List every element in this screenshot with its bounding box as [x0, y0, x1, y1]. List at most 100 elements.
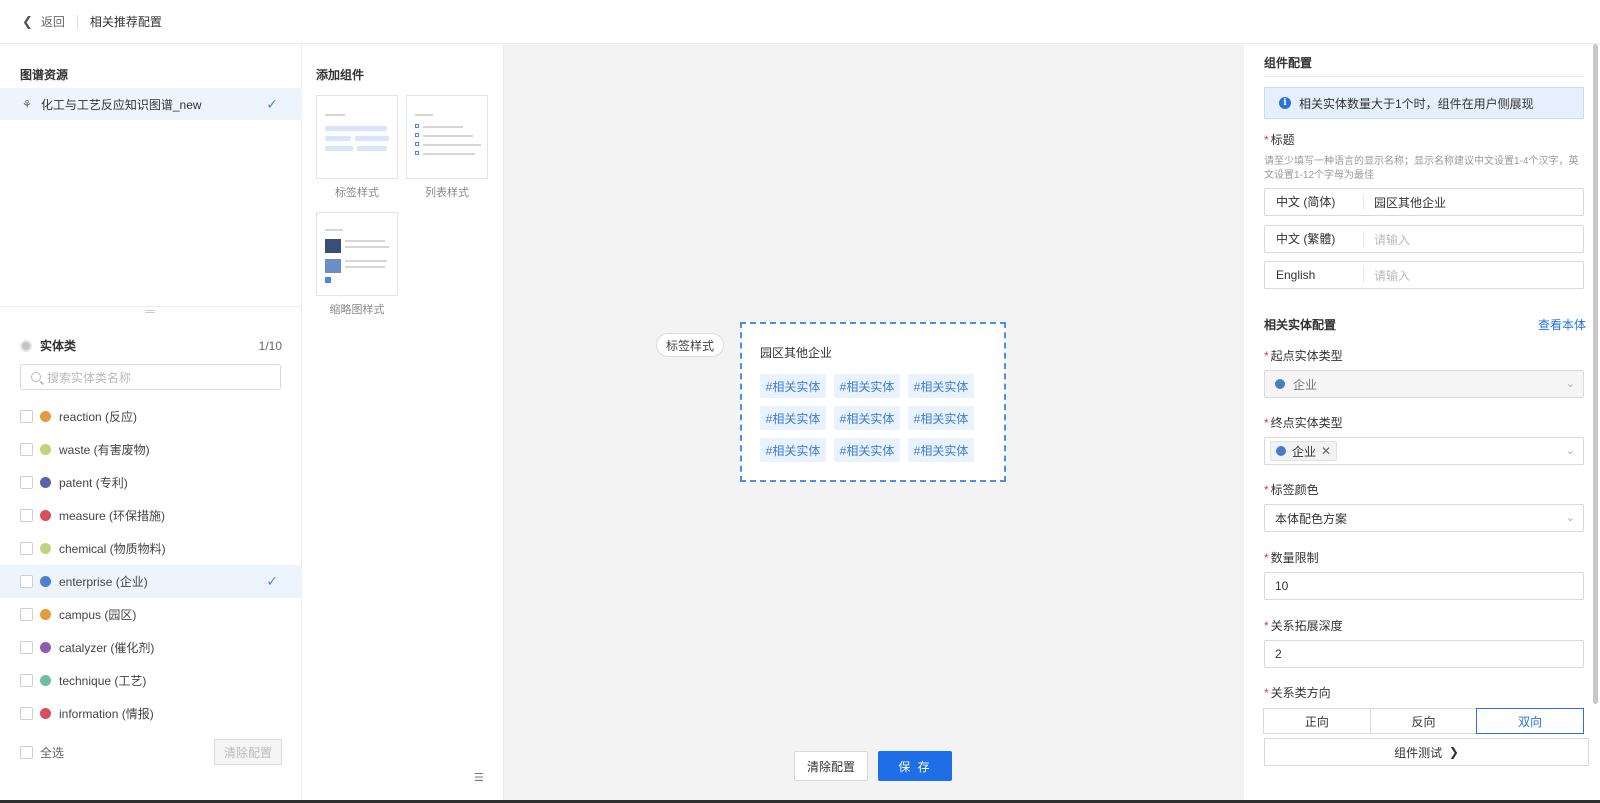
title-zh-hant-input[interactable]: 请输入: [1364, 231, 1410, 248]
entity-item[interactable]: information (情报): [0, 697, 302, 730]
save-button[interactable]: 保 存: [878, 751, 952, 781]
title-zh-hant-field[interactable]: 中文 (繁體) 请输入: [1264, 225, 1584, 253]
tag-style-label: 标签样式: [335, 187, 379, 199]
related-entity-chip: #相关实体: [908, 438, 974, 462]
entity-label: technique (工艺): [59, 674, 147, 688]
chevron-right-icon: ❯: [1448, 745, 1459, 759]
entity-item[interactable]: waste (有害废物): [0, 433, 302, 466]
entity-item[interactable]: patent (专利): [0, 466, 302, 499]
entity-color-dot: [40, 444, 51, 455]
search-icon: [31, 372, 41, 382]
collapse-icon[interactable]: ☰: [474, 771, 485, 784]
entity-color-dot: [40, 609, 51, 620]
lang-name: 中文 (繁體): [1265, 231, 1364, 247]
check-icon: ✓: [266, 95, 278, 112]
select-all-label: 全选: [40, 745, 65, 760]
tag-color-value: 本体配色方案: [1275, 511, 1348, 526]
style-tag: 标签样式: [656, 333, 724, 357]
entity-label: information (情报): [59, 707, 154, 721]
resize-handle[interactable]: [0, 306, 302, 316]
entity-label: enterprise (企业): [59, 575, 148, 589]
entity-checkbox[interactable]: [20, 641, 33, 654]
end-type-select[interactable]: 企业 ✕ ⌄: [1264, 437, 1584, 465]
tag-style-thumbnail[interactable]: [316, 95, 398, 179]
entity-label: chemical (物质物料): [59, 542, 166, 556]
entity-checkbox[interactable]: [20, 542, 33, 555]
divider: [76, 14, 78, 29]
end-type-label: * 终点实体类型: [1264, 416, 1343, 430]
preview-canvas: 标签样式 园区其他企业 #相关实体 #相关实体 #相关实体 #相关实体 #相关实体 #相关…: [504, 44, 1244, 803]
close-icon[interactable]: ✕: [1321, 444, 1331, 458]
related-entity-chip: #相关实体: [760, 374, 826, 398]
back-label: 返回: [40, 15, 65, 29]
start-type-label: * 起点实体类型: [1264, 349, 1343, 363]
entity-item[interactable]: measure (环保措施): [0, 499, 302, 532]
entity-title: 实体类: [40, 339, 77, 353]
start-type-value: 企业: [1293, 377, 1318, 392]
thumbnail-style-thumbnail[interactable]: [316, 212, 398, 296]
title-zh-hans-input[interactable]: 园区其他企业: [1364, 194, 1446, 211]
title-en-input[interactable]: 请输入: [1364, 267, 1410, 284]
depth-input[interactable]: 2: [1264, 640, 1584, 668]
entity-checkbox[interactable]: [20, 443, 33, 456]
related-entity-chip: #相关实体: [834, 374, 900, 398]
entity-checkbox[interactable]: [20, 674, 33, 687]
lang-name: English: [1265, 267, 1364, 283]
entity-label: catalyzer (催化剂): [59, 641, 155, 655]
entity-item[interactable]: campus (园区): [0, 598, 302, 631]
entity-search-input[interactable]: 搜索实体类名称: [20, 364, 281, 390]
entity-checkbox[interactable]: [20, 476, 33, 489]
entity-checkbox[interactable]: [20, 509, 33, 522]
entity-item[interactable]: catalyzer (催化剂): [0, 631, 302, 664]
title-zh-hans-field[interactable]: 中文 (简体) 园区其他企业: [1264, 188, 1584, 216]
direction-segmented: 正向 反向 双向: [1263, 708, 1585, 734]
canvas-actions: 清除配置 保 存: [794, 751, 952, 781]
view-ontology-link[interactable]: 查看本体: [1538, 316, 1586, 333]
entity-color-dot: [1275, 379, 1285, 389]
title-hint: 请至少填写一种语言的显示名称；显示名称建议中文设置1-4个汉字，英文设置1-12…: [1264, 156, 1579, 181]
entity-radio-icon[interactable]: [20, 339, 32, 352]
chevron-left-icon: ❮: [22, 13, 33, 29]
graph-resource-item[interactable]: ⚘ 化工与工艺反应知识图谱_new ✓: [0, 88, 302, 120]
entity-checkbox[interactable]: [20, 410, 33, 423]
tag-color-select[interactable]: 本体配色方案 ⌄: [1264, 504, 1584, 532]
tag-color-label: * 标签颜色: [1264, 483, 1319, 497]
entity-item[interactable]: reaction (反应): [0, 400, 302, 433]
entity-item[interactable]: technique (工艺): [0, 664, 302, 697]
start-type-select[interactable]: 企业 ⌄: [1264, 370, 1584, 398]
list-style-thumbnail[interactable]: [406, 95, 488, 179]
title-field-label: * 标题: [1264, 133, 1295, 147]
entity-color-dot: [40, 642, 51, 653]
direction-reverse[interactable]: 反向: [1369, 708, 1478, 734]
lang-name: 中文 (简体): [1265, 194, 1364, 210]
entity-item[interactable]: chemical (物质物料): [0, 532, 302, 565]
config-panel: 组件配置 i 相关实体数量大于1个时，组件在用户侧展现 * 标题 请至少填写一种语…: [1244, 44, 1600, 803]
clear-config-button-disabled[interactable]: 清除配置: [214, 739, 282, 765]
component-test-button[interactable]: 组件测试 ❯: [1264, 738, 1589, 766]
check-icon: ✓: [266, 573, 278, 589]
preview-title: 园区其他企业: [760, 346, 833, 360]
config-title: 组件配置: [1264, 56, 1313, 70]
clear-config-button[interactable]: 清除配置: [794, 751, 868, 781]
entity-label: campus (园区): [59, 608, 137, 622]
entity-checkbox[interactable]: [20, 575, 33, 588]
title-en-field[interactable]: English 请输入: [1264, 261, 1584, 289]
depth-label: * 关系拓展深度: [1264, 619, 1343, 633]
entity-checkbox[interactable]: [20, 707, 33, 720]
back-button[interactable]: ❮ 返回: [22, 13, 65, 30]
divider: [1264, 76, 1584, 77]
component-preview[interactable]: 园区其他企业 #相关实体 #相关实体 #相关实体 #相关实体 #相关实体 #相关实体 #相关…: [740, 322, 1006, 482]
graph-resource-title: 图谱资源: [20, 68, 69, 82]
entity-checkbox[interactable]: [20, 608, 33, 621]
direction-forward[interactable]: 正向: [1263, 708, 1371, 734]
entity-color-dot: [40, 576, 51, 587]
info-icon: i: [1279, 97, 1291, 109]
limit-input[interactable]: 10: [1264, 572, 1584, 600]
related-entity-chip: #相关实体: [834, 406, 900, 430]
select-all-checkbox[interactable]: [20, 745, 33, 759]
scrollbar[interactable]: [1593, 44, 1598, 704]
thumbnail-style-label: 缩略图样式: [329, 304, 385, 316]
entity-color-dot: [40, 477, 51, 488]
entity-item[interactable]: enterprise (企业) ✓: [0, 565, 302, 598]
direction-both[interactable]: 双向: [1476, 708, 1585, 734]
